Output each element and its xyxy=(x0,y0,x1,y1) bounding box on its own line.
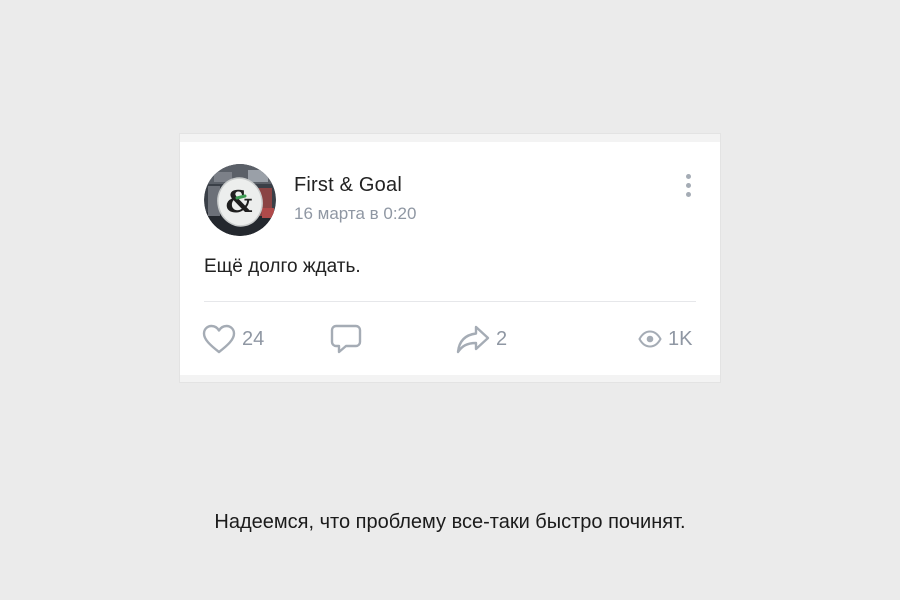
likes-count: 24 xyxy=(242,327,265,350)
divider xyxy=(204,301,696,302)
comment-button[interactable] xyxy=(330,322,362,356)
views-indicator: 1K xyxy=(638,322,692,356)
share-icon xyxy=(456,325,490,354)
more-options-button[interactable] xyxy=(678,170,698,200)
share-button[interactable]: 2 xyxy=(456,322,507,356)
views-count: 1K xyxy=(668,327,693,350)
avatar[interactable]: & xyxy=(204,164,276,236)
reposts-count: 2 xyxy=(496,327,508,350)
avatar-image: & xyxy=(204,164,276,236)
more-vertical-icon xyxy=(685,173,691,179)
caption-text: Надеемся, что проблему все-таки быстро п… xyxy=(214,511,686,533)
post-timestamp[interactable]: 16 марта в 0:20 xyxy=(294,204,416,224)
comment-icon xyxy=(330,324,362,354)
post-card: & First & Goal 16 марта в 0:20 Ещё долго… xyxy=(180,134,720,382)
like-button[interactable]: 24 xyxy=(202,322,264,356)
avatar-ampersand: & xyxy=(225,185,252,220)
card-top-strip xyxy=(180,134,720,142)
post-text: Ещё долго ждать. xyxy=(204,256,361,277)
more-vertical-icon-dot xyxy=(685,191,691,197)
author-name[interactable]: First & Goal xyxy=(294,174,402,197)
more-vertical-icon-dot xyxy=(685,182,691,188)
card-bottom-strip xyxy=(180,375,720,382)
heart-icon xyxy=(202,324,236,354)
eye-icon xyxy=(638,330,662,348)
